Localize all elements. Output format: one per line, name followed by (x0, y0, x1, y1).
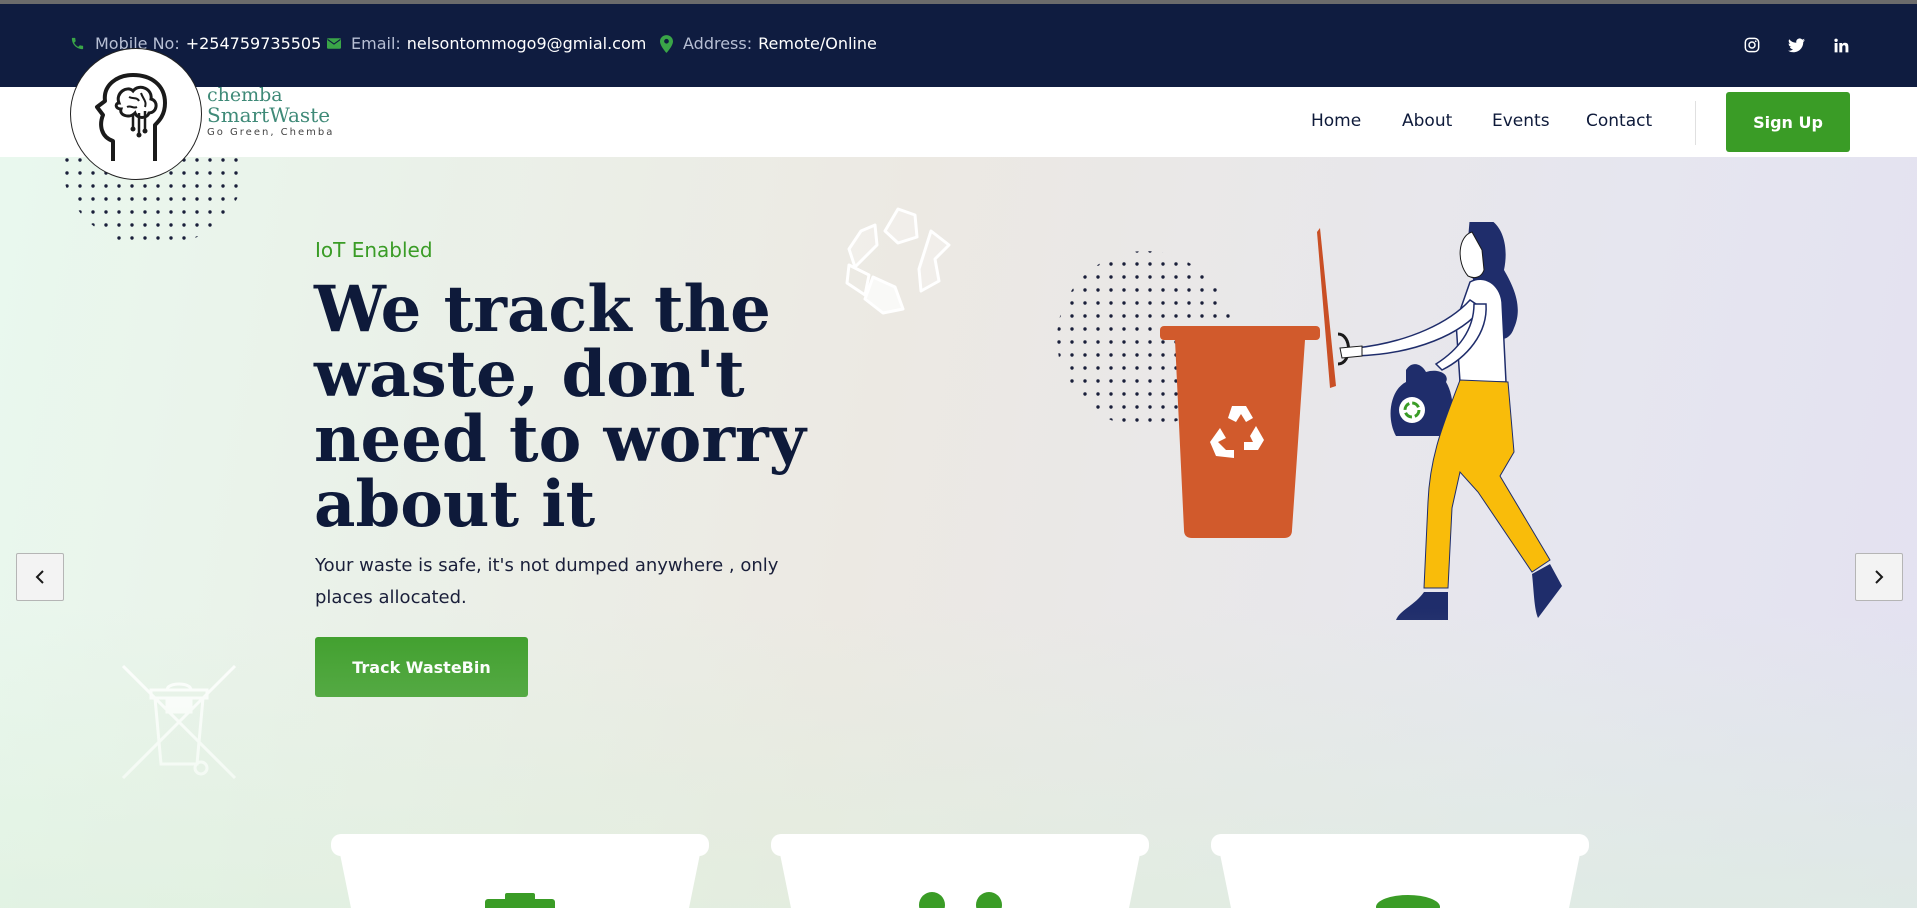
logo-brain-head-icon[interactable] (70, 48, 202, 180)
hero-subtext: Your waste is safe, it's not dumped anyw… (315, 555, 779, 608)
nav-about-link[interactable]: About (1402, 111, 1452, 131)
hero-section: IoT Enabled We track the waste, don't ne… (0, 157, 1917, 908)
track-wastebin-button[interactable]: Track WasteBin (315, 637, 528, 697)
chevron-left-icon (35, 570, 44, 584)
mobile-info: Mobile No: +254759735505 (70, 34, 321, 53)
nav-events-link[interactable]: Events (1492, 111, 1550, 131)
carousel-prev-button[interactable] (16, 553, 64, 601)
phone-icon (70, 36, 85, 51)
email-link[interactable]: nelsontommogo9@gmial.com (407, 34, 647, 53)
nav-divider (1695, 101, 1696, 145)
feature-card-2 (771, 834, 1149, 908)
address-info: Address: Remote/Online (660, 34, 877, 53)
email-label: Email: (351, 34, 401, 53)
linkedin-icon[interactable] (1830, 34, 1852, 56)
logo-name: SmartWaste (207, 103, 331, 127)
crossed-bin-icon (121, 664, 237, 780)
nav-contact-link[interactable]: Contact (1586, 111, 1652, 131)
waste-bin (1175, 340, 1305, 538)
logo-wordmark[interactable]: chemba SmartWaste Go Green, Chemba (207, 86, 334, 138)
nav-home-link[interactable]: Home (1311, 111, 1361, 131)
logo-tagline: Go Green, Chemba (207, 127, 335, 138)
hero-headline: We track the waste, don't need to worry … (314, 272, 806, 542)
top-contact-bar: Mobile No: +254759735505 Email: nelsonto… (0, 0, 1917, 87)
mobile-value: +254759735505 (185, 34, 322, 53)
hero-eyebrow: IoT Enabled (315, 238, 433, 262)
feature-card-1 (331, 834, 709, 908)
envelope-icon (327, 38, 341, 49)
email-info: Email: nelsontommogo9@gmial.com (327, 34, 646, 53)
instagram-icon[interactable] (1741, 34, 1763, 56)
carousel-next-button[interactable] (1855, 553, 1903, 601)
twitter-icon[interactable] (1785, 34, 1807, 56)
location-pin-icon (660, 34, 673, 53)
address-label: Address: (683, 34, 753, 53)
woman-throwing-trash-illustration (1057, 222, 1562, 620)
sign-up-button[interactable]: Sign Up (1726, 92, 1850, 152)
bin-lid (1317, 228, 1336, 388)
chevron-right-icon (1875, 570, 1884, 584)
address-value: Remote/Online (758, 34, 877, 53)
feature-card-3 (1211, 834, 1589, 908)
